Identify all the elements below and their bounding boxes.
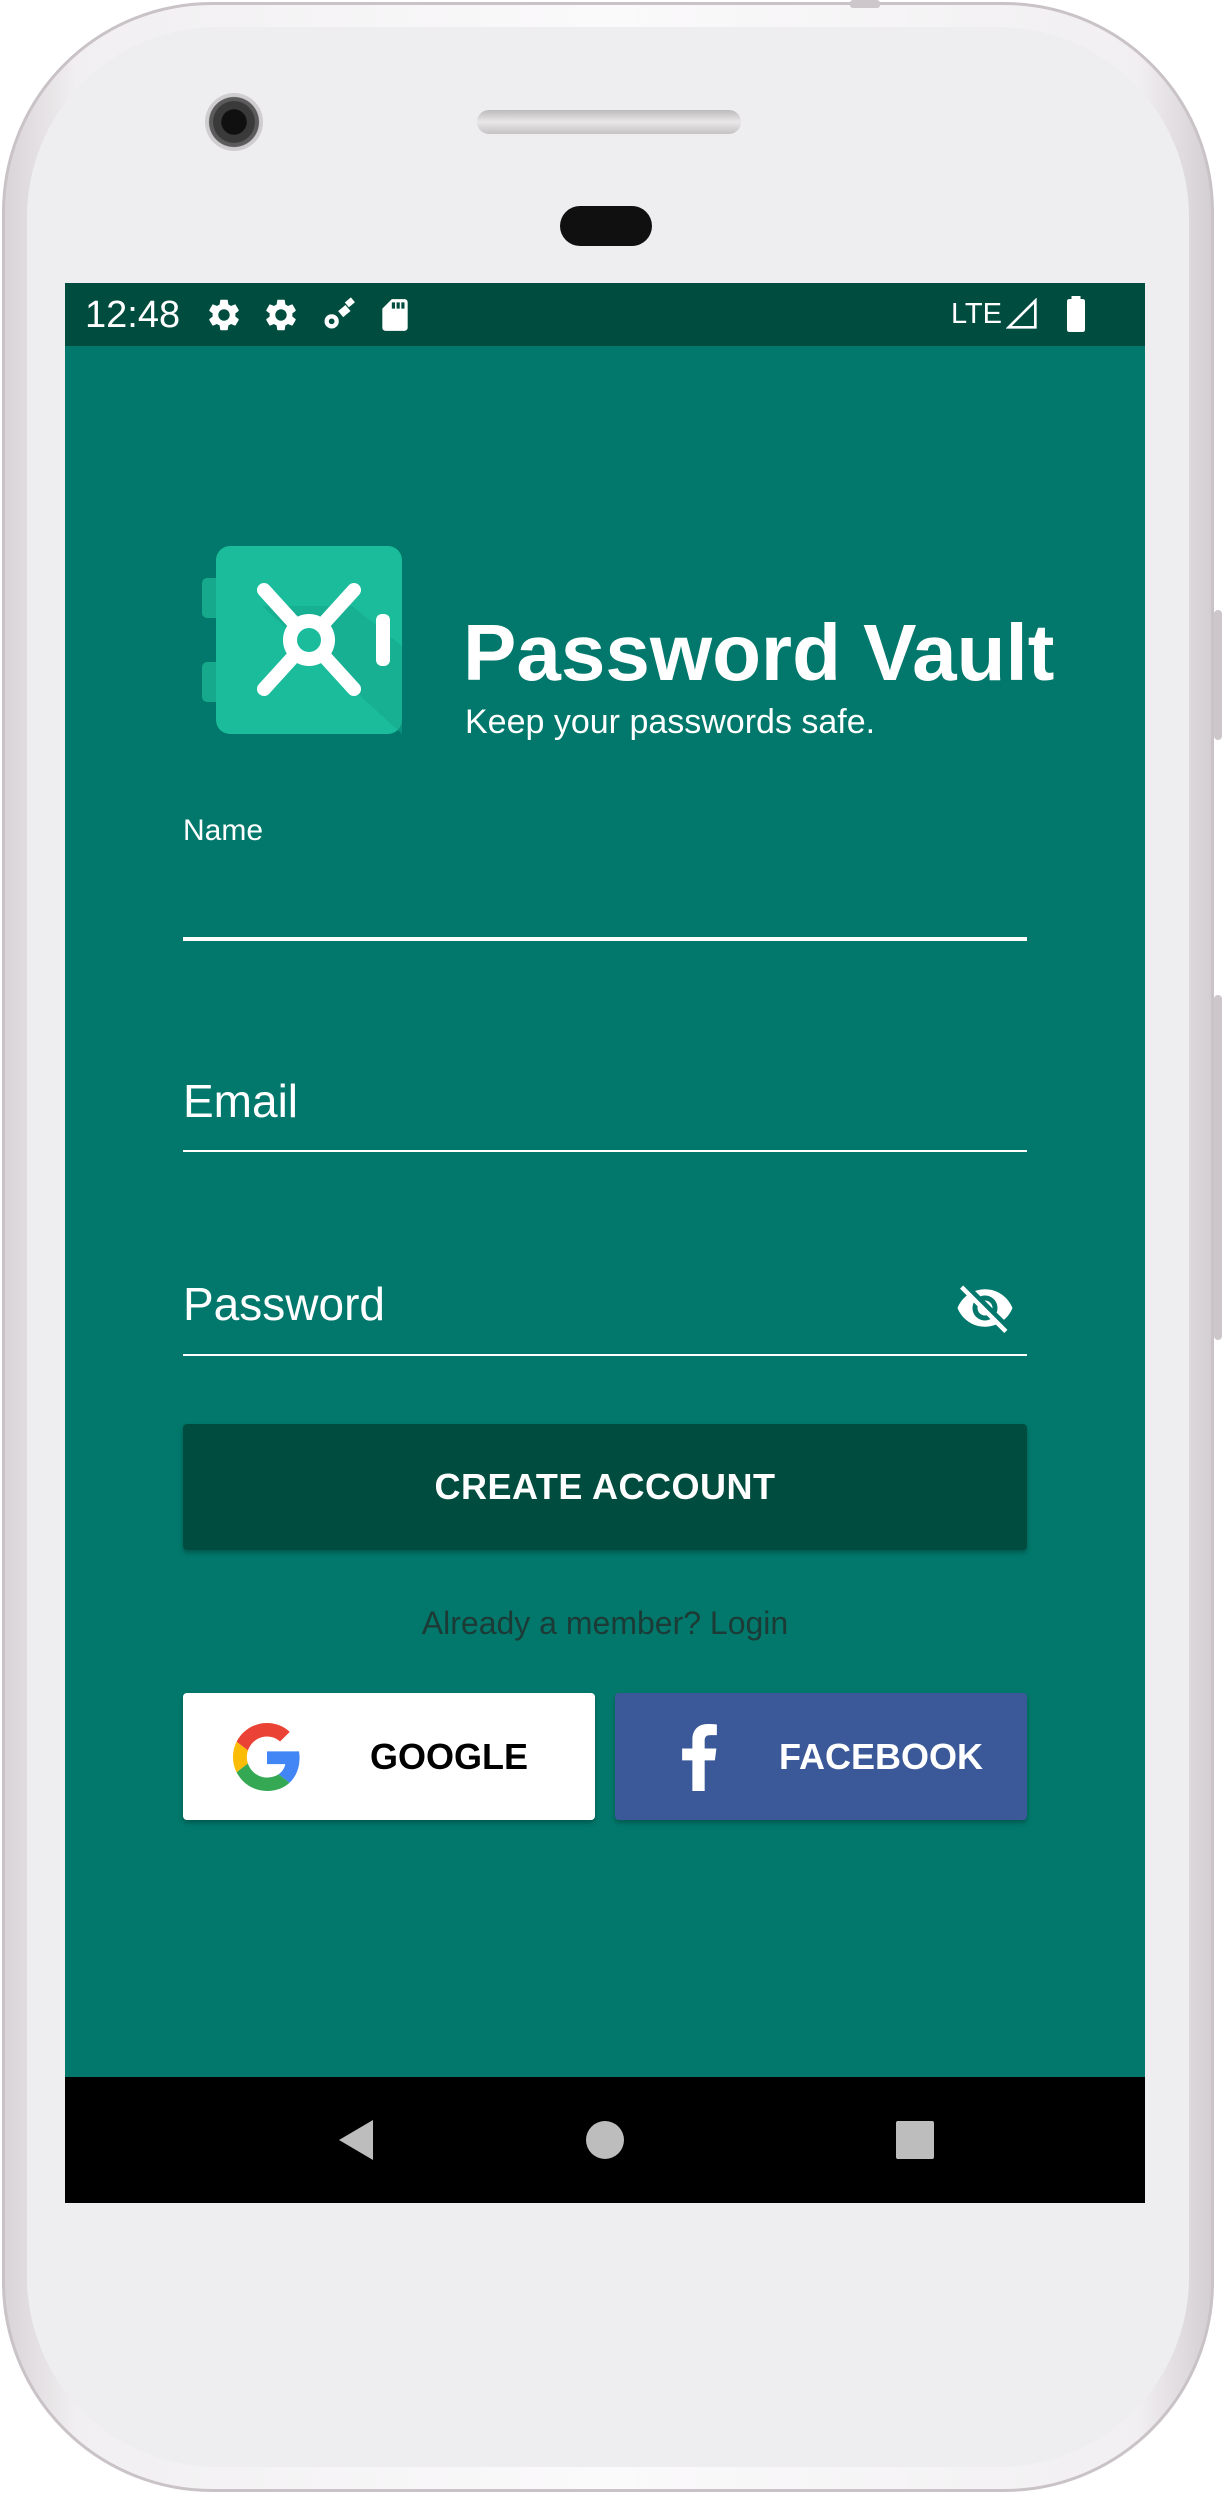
password-field[interactable] xyxy=(183,1256,1027,1356)
settings-icon xyxy=(266,299,296,331)
email-field[interactable] xyxy=(183,1053,1027,1153)
satellite-icon xyxy=(324,297,355,329)
facebook-icon xyxy=(682,1724,717,1791)
app-screen: 12:48 LTE Password Vault Keep your passw… xyxy=(65,283,1145,2203)
home-icon[interactable] xyxy=(565,2100,645,2180)
battery-icon xyxy=(1067,296,1085,332)
recents-icon[interactable] xyxy=(875,2100,955,2180)
back-icon[interactable] xyxy=(315,2100,395,2180)
sd-card-icon xyxy=(382,299,408,331)
password-field-underline xyxy=(183,1354,1027,1356)
google-button-label: GOOGLE xyxy=(369,1736,528,1777)
top-hardware-button xyxy=(850,0,880,8)
name-field-underline xyxy=(183,937,1027,941)
google-icon xyxy=(233,1723,300,1791)
power-button xyxy=(1214,610,1222,740)
name-input[interactable] xyxy=(183,873,1027,929)
visibility-off-icon[interactable] xyxy=(955,1278,1015,1338)
settings-icon xyxy=(209,299,239,331)
proximity-sensor xyxy=(560,206,652,246)
name-field-label: Name xyxy=(183,814,264,847)
navigation-bar xyxy=(65,2077,1145,2203)
network-status: LTE xyxy=(951,296,1090,332)
status-bar: 12:48 LTE xyxy=(65,283,1145,346)
login-link[interactable]: Already a member? Login xyxy=(65,1603,1145,1643)
facebook-sign-in-button[interactable]: FACEBOOK xyxy=(615,1693,1027,1820)
front-camera xyxy=(205,93,263,151)
create-account-button[interactable]: CREATE ACCOUNT xyxy=(183,1424,1027,1550)
password-input[interactable] xyxy=(183,1256,943,1352)
signal-icon xyxy=(1006,298,1037,329)
name-field[interactable]: Name xyxy=(183,813,1027,943)
email-input[interactable] xyxy=(183,1053,1027,1149)
app-subtitle: Keep your passwords safe. xyxy=(465,703,876,741)
volume-button xyxy=(1214,995,1222,1340)
app-title: Password Vault xyxy=(463,608,1055,697)
email-field-underline xyxy=(183,1150,1027,1152)
google-sign-in-button[interactable]: GOOGLE xyxy=(183,1693,595,1820)
status-time: 12:48 xyxy=(85,294,181,336)
earpiece-speaker xyxy=(477,110,741,134)
vault-icon xyxy=(202,546,402,734)
facebook-button-label: FACEBOOK xyxy=(778,1736,983,1777)
network-type-label: LTE xyxy=(950,298,1002,330)
